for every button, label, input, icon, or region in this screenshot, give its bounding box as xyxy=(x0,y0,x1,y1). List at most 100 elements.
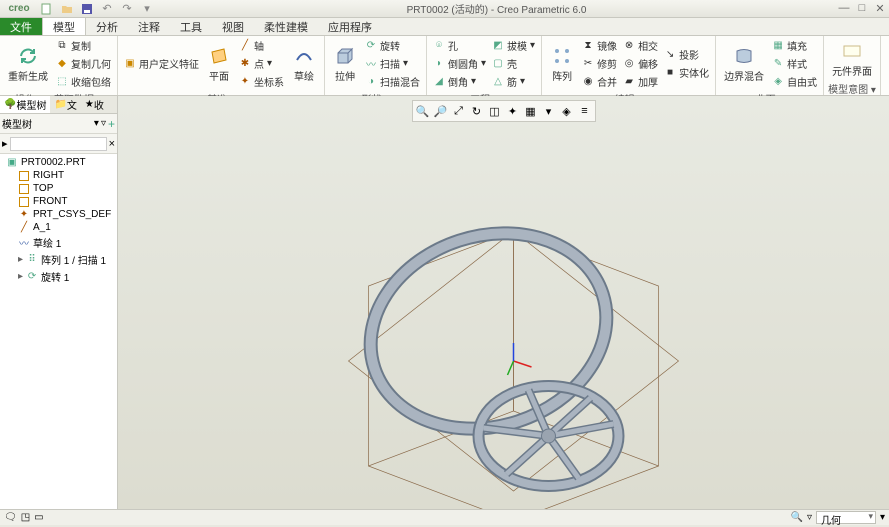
qat-more-icon[interactable]: ▾ xyxy=(138,2,156,16)
shell-button[interactable]: ▢壳 xyxy=(490,55,537,72)
selection-filter-combo[interactable]: 几何 xyxy=(816,511,876,524)
shrinkwrap-button[interactable]: ⬚收缩包络 xyxy=(54,73,113,90)
tree-item[interactable]: TOP xyxy=(2,182,115,195)
plane-icon xyxy=(207,44,231,68)
extrude-button[interactable]: 拉伸 xyxy=(329,42,361,85)
mirror-button[interactable]: ⧗镜像 xyxy=(580,37,619,54)
sidebar-tab-fav[interactable]: ★ 收 xyxy=(81,96,108,113)
sweep-blend-icon: ◑ xyxy=(365,76,377,88)
udf-button[interactable]: ▣用户定义特征 xyxy=(122,55,201,72)
minimize-button[interactable]: — xyxy=(837,2,851,15)
sketch-button[interactable]: 草绘 xyxy=(288,42,320,85)
shell-icon: ▢ xyxy=(492,58,504,70)
tab-tools[interactable]: 工具 xyxy=(170,18,212,35)
thicken-button[interactable]: ▰加厚 xyxy=(621,73,660,90)
tree-item[interactable]: 〰草绘 1 xyxy=(2,234,115,251)
sidebar-tab-model-tree[interactable]: 🌳 模型树 xyxy=(0,96,50,113)
tree-item[interactable]: FRONT xyxy=(2,195,115,208)
tree-add-icon[interactable]: + xyxy=(108,117,115,131)
tree-item[interactable]: ▸⟳旋转 1 xyxy=(2,268,115,285)
close-button[interactable]: ✕ xyxy=(873,2,887,15)
tab-view[interactable]: 视图 xyxy=(212,18,254,35)
tree-settings-icon[interactable]: ▾ xyxy=(94,118,99,129)
chamfer-button[interactable]: ◢倒角 ▾ xyxy=(431,73,488,90)
tree-search-input[interactable] xyxy=(10,137,107,151)
boundary-button[interactable]: 边界混合 xyxy=(720,42,768,85)
window-controls: — □ ✕ xyxy=(837,2,887,15)
intersect-button[interactable]: ⊗相交 xyxy=(621,37,660,54)
ribbon: 重新生成 ⧉复制 ◆复制几何 ⬚收缩包络 操作 ▾ 获取数据 ▾ ▣用户定义特征… xyxy=(0,36,889,96)
status-layer-icon[interactable]: ▭ xyxy=(34,512,43,523)
revolve-button[interactable]: ⟳旋转 xyxy=(363,37,422,54)
status-filter-icon[interactable]: ▿ xyxy=(807,512,812,523)
group-shape: 拉伸 ⟳旋转 〰扫描 ▾ ◑扫描混合 形状 ▾ xyxy=(325,36,427,95)
tree-item[interactable]: ▸⠿阵列 1 / 扫描 1 xyxy=(2,251,115,268)
boundary-icon xyxy=(732,44,756,68)
solidify-button[interactable]: ■实体化 xyxy=(662,64,711,81)
mirror-icon: ⧗ xyxy=(582,40,594,52)
csys-icon: ✦ xyxy=(239,76,251,88)
point-icon: ✱ xyxy=(239,58,251,70)
extrude-icon xyxy=(333,44,357,68)
round-button[interactable]: ◗倒圆角 ▾ xyxy=(431,55,488,72)
new-icon[interactable] xyxy=(38,2,56,16)
tree-filter-bar: 模型树 ▾ ▿ + xyxy=(0,114,117,134)
tree-root[interactable]: ▣PRT0002.PRT xyxy=(2,156,115,169)
tree-search-clear-icon[interactable]: × xyxy=(109,138,115,150)
plane-button[interactable]: 平面 xyxy=(203,42,235,85)
intersect-icon: ⊗ xyxy=(623,40,635,52)
hole-button[interactable]: ⌾孔 xyxy=(431,37,488,54)
viewport[interactable]: 🔍 🔎 ⤢ ↻ ◫ ✦ ▦ ▾ ◈ ≡ xyxy=(118,96,889,509)
point-button[interactable]: ✱点 ▾ xyxy=(237,55,286,72)
sidebar-tab-folders[interactable]: 📁 文 xyxy=(50,96,80,113)
revolve-icon: ⟳ xyxy=(26,272,38,282)
save-icon[interactable] xyxy=(78,2,96,16)
pattern-button[interactable]: 阵列 xyxy=(546,42,578,85)
status-more-icon[interactable]: ▾ xyxy=(880,512,885,523)
status-msg-icon[interactable]: 🗨 xyxy=(4,512,17,523)
tab-annotate[interactable]: 注释 xyxy=(128,18,170,35)
csys-icon: ✦ xyxy=(18,210,30,220)
model-tree[interactable]: ▣PRT0002.PRT RIGHT TOP FRONT ✦PRT_CSYS_D… xyxy=(0,154,117,509)
project-button[interactable]: ↘投影 xyxy=(662,46,711,63)
tree-item[interactable]: RIGHT xyxy=(2,169,115,182)
trim-button[interactable]: ✂修剪 xyxy=(580,55,619,72)
group-edit: 阵列 ⧗镜像 ✂修剪 ◉合并 ⊗相交 ◎偏移 ▰加厚 ↘投影 ■实体化 编辑 ▾ xyxy=(542,36,716,95)
axis-button[interactable]: ╱轴 xyxy=(237,37,286,54)
maximize-button[interactable]: □ xyxy=(855,2,869,15)
tree-filter-icon[interactable]: ▿ xyxy=(101,118,106,129)
copy-icon: ⧉ xyxy=(56,40,68,52)
freeform-button[interactable]: ◈自由式 xyxy=(770,73,819,90)
tab-analysis[interactable]: 分析 xyxy=(86,18,128,35)
copy-geom-button[interactable]: ◆复制几何 xyxy=(54,55,113,72)
fill-button[interactable]: ▦填充 xyxy=(770,37,819,54)
rib-button[interactable]: △筋 ▾ xyxy=(490,73,537,90)
status-bar: 🗨 ◳ ▭ 🔍 ▿ 几何 ▾ xyxy=(0,509,889,525)
tab-model[interactable]: 模型 xyxy=(42,18,86,35)
tree-expand-icon[interactable]: ▸ xyxy=(2,137,8,150)
comp-if-button[interactable]: 元件界面 xyxy=(828,37,876,80)
sweep-button[interactable]: 〰扫描 ▾ xyxy=(363,55,422,72)
offset-button[interactable]: ◎偏移 xyxy=(621,55,660,72)
tree-item[interactable]: ╱A_1 xyxy=(2,221,115,234)
draft-button[interactable]: ◩拔模 ▾ xyxy=(490,37,537,54)
regen-button[interactable]: 重新生成 xyxy=(4,42,52,85)
open-icon[interactable] xyxy=(58,2,76,16)
trim-icon: ✂ xyxy=(582,58,594,70)
status-find-icon[interactable]: 🔍 xyxy=(790,512,802,523)
tree-item[interactable]: ✦PRT_CSYS_DEF xyxy=(2,208,115,221)
tree-search-bar: ▸ × xyxy=(0,134,117,154)
plane-icon xyxy=(18,171,30,181)
status-selection-icon[interactable]: ◳ xyxy=(21,512,30,523)
merge-button[interactable]: ◉合并 xyxy=(580,73,619,90)
csys-button[interactable]: ✦坐标系 xyxy=(237,73,286,90)
tab-flex[interactable]: 柔性建模 xyxy=(254,18,318,35)
redo-icon[interactable]: ↷ xyxy=(118,2,136,16)
sweep-icon: 〰 xyxy=(365,58,377,70)
style-button[interactable]: ✎样式 xyxy=(770,55,819,72)
sweep-blend-button[interactable]: ◑扫描混合 xyxy=(363,73,422,90)
copy-button[interactable]: ⧉复制 xyxy=(54,37,113,54)
tab-apps[interactable]: 应用程序 xyxy=(318,18,382,35)
undo-icon[interactable]: ↶ xyxy=(98,2,116,16)
tab-file[interactable]: 文件 xyxy=(0,18,42,35)
